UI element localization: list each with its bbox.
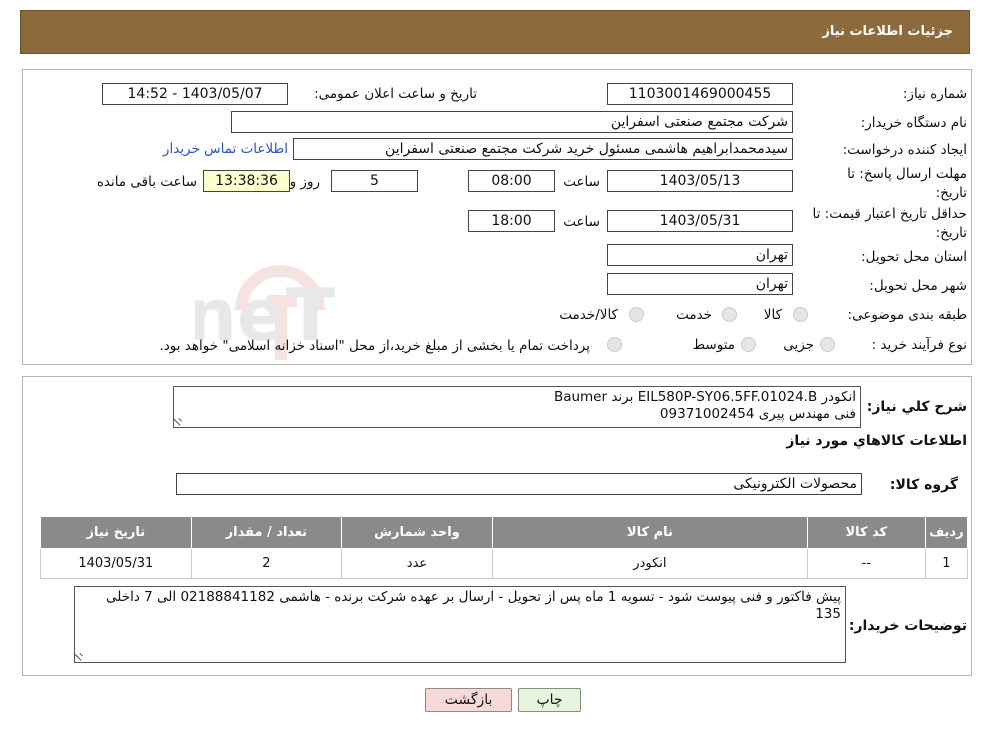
summary-line-1: انکودر EIL580P-SY06.5FF.01024.B برند Bau… <box>553 389 856 405</box>
process-treasury-note: پرداخت تمام یا بخشی از مبلغ خرید،از محل … <box>159 338 590 354</box>
validity-label: حداقل تاریخ اعتبار قیمت: تا <box>812 206 967 222</box>
validity-time-field: 18:00 <box>468 210 555 232</box>
buyer-notes-label: توضیحات خریدار: <box>848 618 967 634</box>
buyer-org-field: شرکت مجتمع صنعتی اسفراین <box>231 111 793 133</box>
deadline-time-label: ساعت <box>563 174 600 190</box>
request-number-field: 1103001469000455 <box>607 83 793 105</box>
table-row: 1 -- انکودر عدد 2 1403/05/31 <box>40 548 969 579</box>
print-button[interactable]: چاپ <box>518 688 581 712</box>
validity-date-field: 1403/05/31 <box>607 210 793 232</box>
cell-quantity: 2 <box>190 548 343 579</box>
col-need-date: تاريخ نياز <box>40 516 192 549</box>
cell-name: انکودر <box>491 548 809 579</box>
remaining-time-field: 13:38:36 <box>203 170 290 192</box>
buyer-notes-text: پیش فاکتور و فنی پیوست شود - تسویه 1 ماه… <box>106 589 841 622</box>
summary-label: شرح کلي نياز: <box>866 399 967 415</box>
buyer-contact-link[interactable]: اطلاعات تماس خریدار <box>163 141 288 157</box>
process-option-medium: متوسط <box>692 337 735 353</box>
summary-textarea: انکودر EIL580P-SY06.5FF.01024.B برند Bau… <box>173 386 861 428</box>
validity-time-label: ساعت <box>563 214 600 230</box>
cell-unit: عدد <box>341 548 493 579</box>
col-code: کد کالا <box>807 516 926 549</box>
category-radio-service[interactable] <box>722 307 737 322</box>
announce-datetime-field: 1403/05/07 - 14:52 <box>102 83 288 105</box>
summary-line-2: فنی مهندس پیری 09371002454 <box>659 406 856 422</box>
buyer-notes-textarea: پیش فاکتور و فنی پیوست شود - تسویه 1 ماه… <box>74 586 846 663</box>
process-label: نوع فرآیند خرید : <box>871 337 967 353</box>
validity-label-date: تاریخ: <box>935 225 967 241</box>
days-remaining-field: 5 <box>331 170 418 192</box>
col-quantity: تعداد / مقدار <box>190 516 343 549</box>
announce-datetime-label: تاریخ و ساعت اعلان عمومی: <box>314 86 477 102</box>
creator-field: سیدمحمدابراهیم هاشمی مسئول خرید شرکت مجت… <box>293 138 793 160</box>
process-radio-medium[interactable] <box>741 337 756 352</box>
city-label: شهر محل تحویل: <box>869 278 967 294</box>
col-row: رديف <box>924 516 969 549</box>
days-label: روز و <box>289 174 320 190</box>
category-option-service: خدمت <box>676 307 712 323</box>
process-option-minor: جزیی <box>783 337 814 353</box>
resize-grip-icon[interactable] <box>75 648 88 661</box>
category-radio-goods-service[interactable] <box>629 307 644 322</box>
deadline-date-field: 1403/05/13 <box>607 170 793 192</box>
cell-row: 1 <box>924 548 969 579</box>
remaining-time-label: ساعت باقی مانده <box>96 174 197 190</box>
deadline-label-date: تاریخ: <box>935 185 967 201</box>
cell-need-date: 1403/05/31 <box>40 548 192 579</box>
process-radio-minor[interactable] <box>820 337 835 352</box>
category-option-goods-service: کالا/خدمت <box>559 307 618 323</box>
col-name: نام کالا <box>491 516 809 549</box>
goods-table-header: رديف کد کالا نام کالا واحد شمارش تعداد /… <box>40 516 969 549</box>
back-button[interactable]: بازگشت <box>425 688 512 712</box>
category-radio-goods[interactable] <box>793 307 808 322</box>
city-field: تهران <box>607 273 793 295</box>
deadline-label: مهلت ارسال پاسخ: تا <box>847 166 967 182</box>
province-label: استان محل تحویل: <box>861 249 967 265</box>
province-field: تهران <box>607 244 793 266</box>
category-option-goods: کالا <box>763 307 782 323</box>
col-unit: واحد شمارش <box>341 516 493 549</box>
deadline-time-field: 08:00 <box>468 170 555 192</box>
creator-label: ایجاد کننده درخواست: <box>842 142 967 158</box>
page-title: جزئیات اطلاعات نیاز <box>822 24 953 39</box>
category-label: طبقه بندی موضوعی: <box>847 307 967 323</box>
request-number-label: شماره نیاز: <box>902 86 967 102</box>
goods-group-field: محصولات الکترونیکی <box>176 473 862 495</box>
goods-section-title: اطلاعات کالاهاي مورد نياز <box>786 433 967 449</box>
goods-group-label: گروه کالا: <box>889 477 958 493</box>
page-header: جزئیات اطلاعات نیاز <box>20 10 970 54</box>
goods-table: رديف کد کالا نام کالا واحد شمارش تعداد /… <box>40 516 969 579</box>
cell-code: -- <box>807 548 926 579</box>
buyer-org-label: نام دستگاه خریدار: <box>860 115 967 131</box>
process-radio-treasury[interactable] <box>607 337 622 352</box>
